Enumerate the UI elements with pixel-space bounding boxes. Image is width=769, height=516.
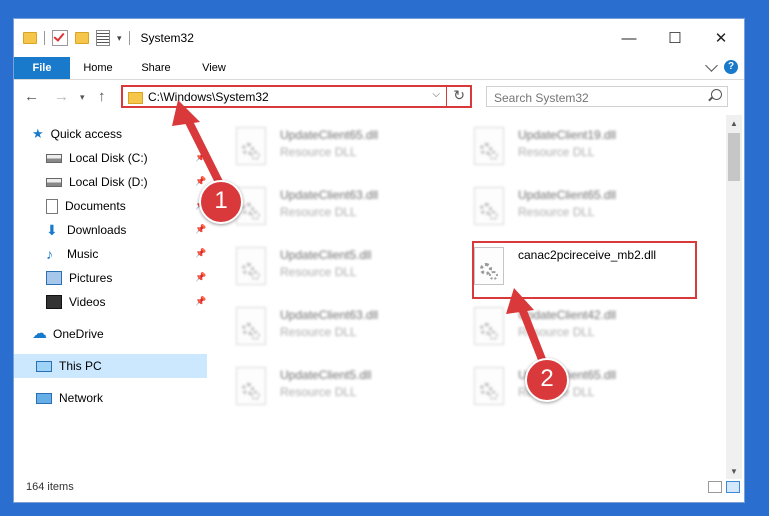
arrow-to-address-bar [182,112,226,192]
callout-step-2: 2 [525,358,569,402]
annotation-arrows [172,100,547,366]
arrow-head-2 [506,288,534,314]
arrow-head-1 [172,100,200,126]
arrow-to-file [517,302,547,366]
callout-step-1: 1 [199,180,243,224]
